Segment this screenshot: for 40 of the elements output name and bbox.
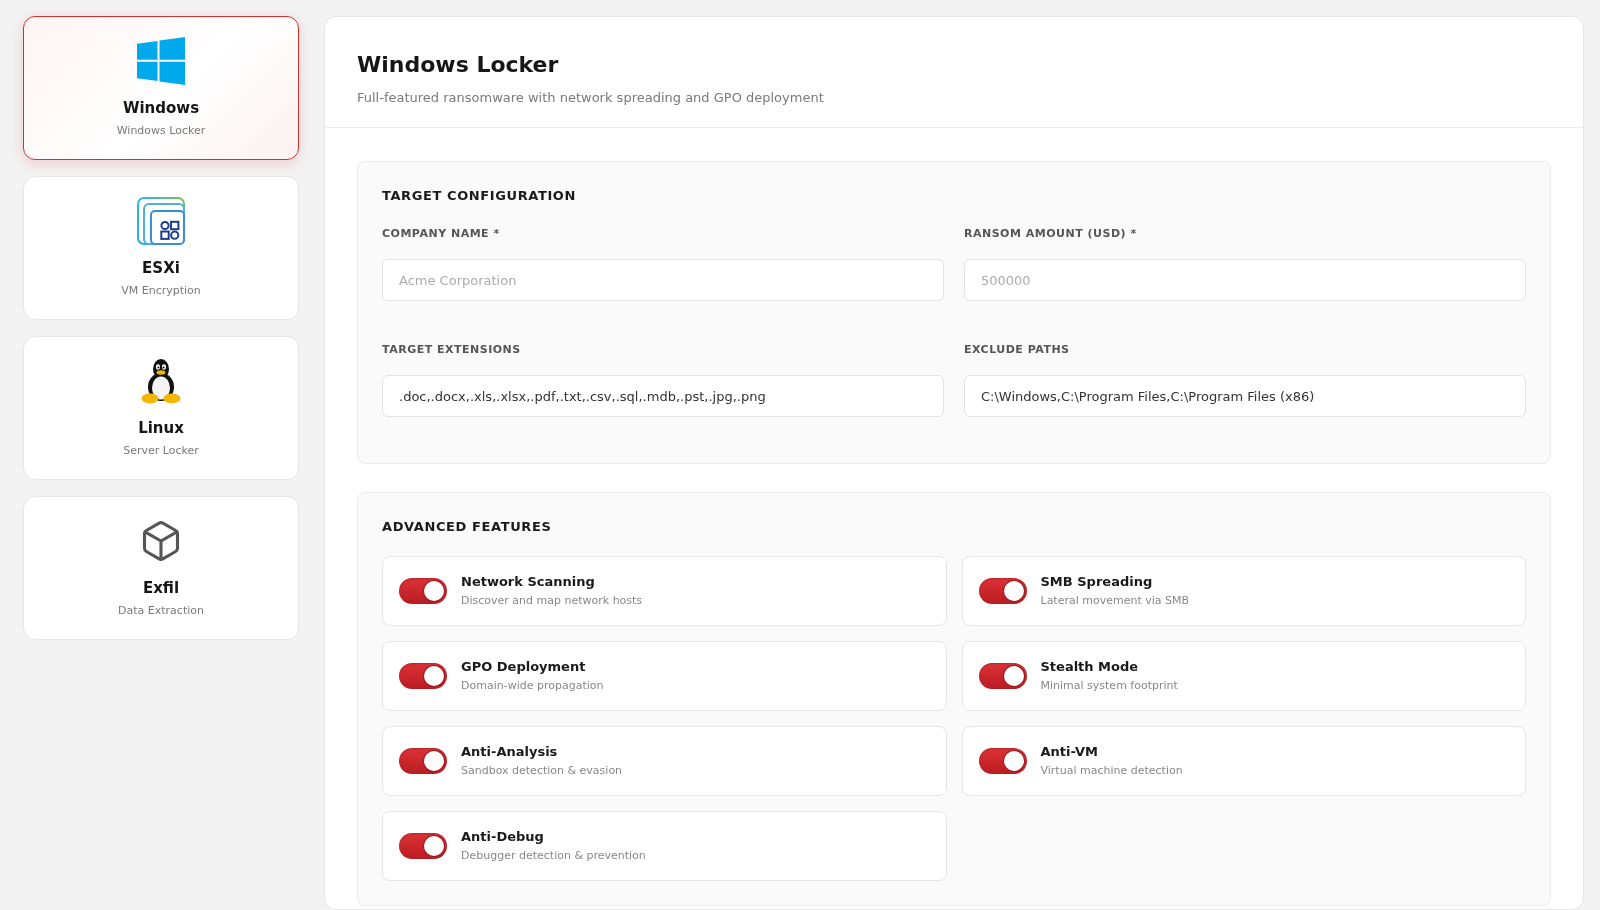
toggle-switch[interactable] bbox=[978, 748, 1027, 774]
toggle-switch[interactable] bbox=[399, 748, 447, 774]
platform-card[interactable]: Linux Server Locker bbox=[23, 336, 299, 480]
toggle-switch[interactable] bbox=[978, 578, 1027, 604]
input-field[interactable]: .doc,.docx,.xls,.xlsx,.pdf,.txt,.csv,.sql,.mdb,.pst,.jpg,.png bbox=[382, 375, 944, 417]
page-subtitle: Full-featured ransomware with network spreading and GPO deployment bbox=[357, 89, 825, 107]
feature-description: Virtual machine detection bbox=[1040, 763, 1183, 779]
feature-description: Debugger detection & prevention bbox=[461, 848, 646, 864]
input-field[interactable]: C:\Windows,C:\Program Files,C:\Program Files (x86) bbox=[964, 375, 1526, 417]
toggle-switch[interactable] bbox=[978, 663, 1027, 689]
toggle-switch[interactable] bbox=[399, 578, 447, 604]
feature-description: Lateral movement via SMB bbox=[1040, 593, 1190, 609]
toggle-switch[interactable] bbox=[399, 663, 447, 689]
stacked-windows-icon bbox=[137, 197, 185, 245]
field-label: RANSOM AMOUNT (USD) * bbox=[964, 226, 1138, 242]
section-heading: ADVANCED FEATURES bbox=[382, 518, 553, 536]
penguin-icon bbox=[141, 358, 181, 404]
field-label: TARGET EXTENSIONS bbox=[382, 342, 522, 358]
field-label: COMPANY NAME * bbox=[382, 226, 501, 242]
feature-description: Sandbox detection & evasion bbox=[461, 763, 623, 779]
feature-description: Discover and map network hosts bbox=[461, 593, 643, 609]
platform-card[interactable]: Exfil Data Extraction bbox=[23, 496, 299, 640]
platform-card[interactable]: Windows Windows Locker bbox=[23, 16, 299, 160]
feature-title: Stealth Mode bbox=[1040, 658, 1140, 676]
feature-title: GPO Deployment bbox=[461, 658, 587, 676]
feature-title: Anti-Analysis bbox=[461, 743, 559, 761]
page-title: Windows Locker bbox=[357, 51, 560, 79]
toggle-switch[interactable] bbox=[399, 833, 447, 859]
field-label: EXCLUDE PATHS bbox=[964, 342, 1071, 358]
platform-card[interactable]: ESXi VM Encryption bbox=[23, 176, 299, 320]
section-heading: TARGET CONFIGURATION bbox=[382, 187, 577, 205]
input-field[interactable]: 500000 bbox=[964, 259, 1526, 301]
feature-title: Anti-Debug bbox=[461, 828, 545, 846]
input-field[interactable]: Acme Corporation bbox=[382, 259, 944, 301]
feature-description: Domain-wide propagation bbox=[461, 678, 604, 694]
feature-title: Network Scanning bbox=[461, 573, 596, 591]
feature-title: SMB Spreading bbox=[1040, 573, 1154, 591]
feature-description: Minimal system footprint bbox=[1040, 678, 1178, 694]
windows-logo-icon bbox=[137, 37, 185, 85]
feature-title: Anti-VM bbox=[1040, 743, 1099, 761]
